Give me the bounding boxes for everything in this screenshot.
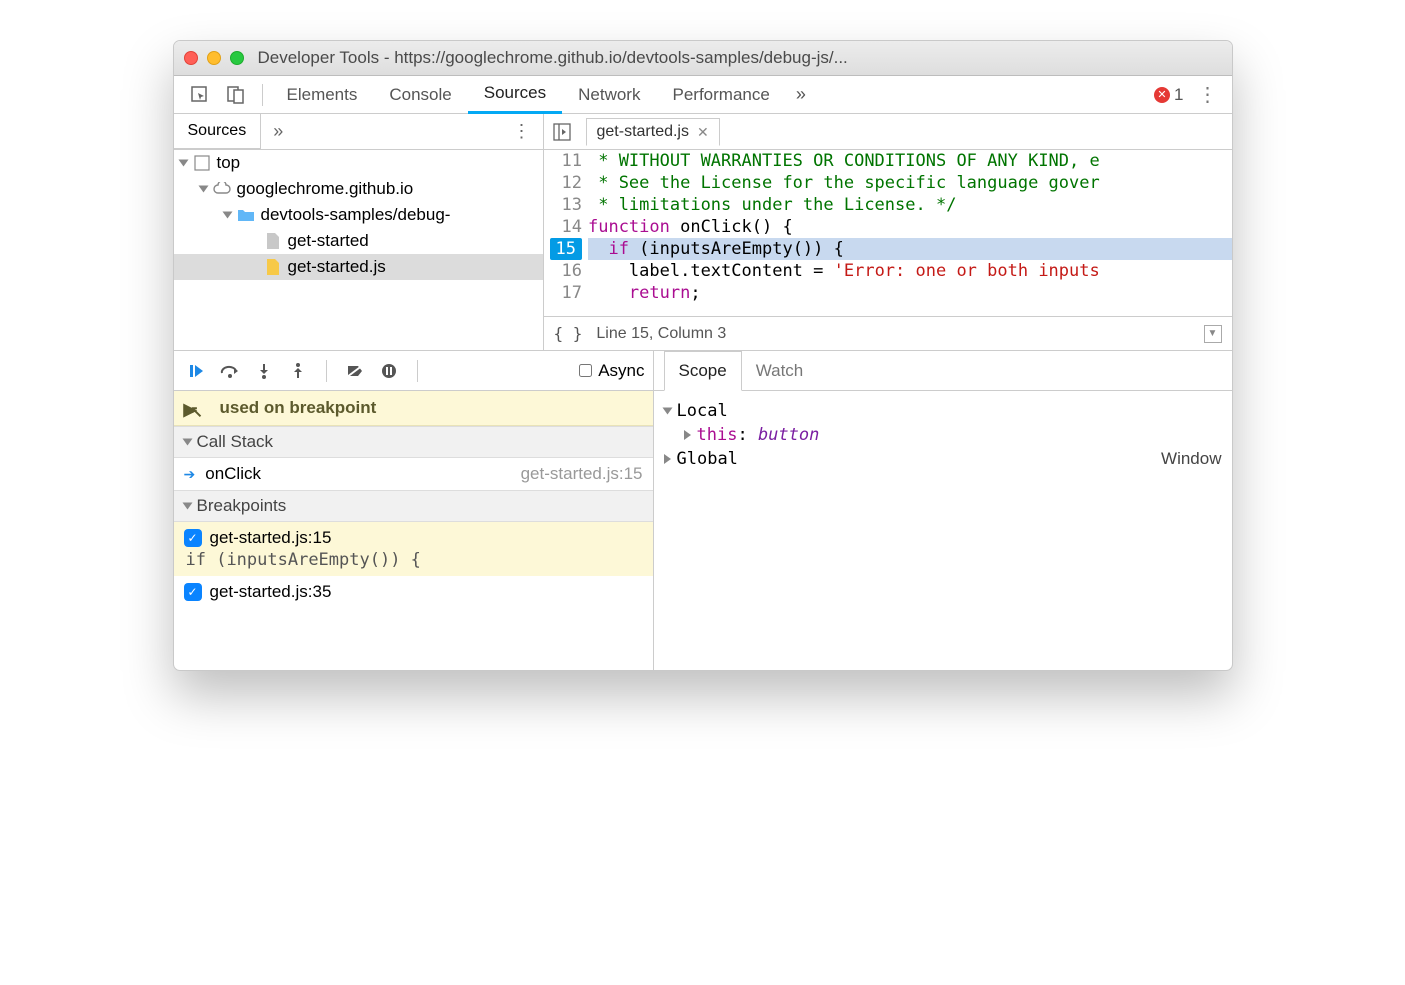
main-tabs: Elements Console Sources Network Perform… (174, 76, 1232, 114)
cloud-icon (213, 180, 231, 198)
minimize-window-button[interactable] (207, 51, 221, 65)
device-toggle-icon[interactable] (218, 81, 254, 109)
debugger-toolbar: Async (174, 351, 653, 391)
traffic-lights (184, 51, 244, 65)
titlebar: Developer Tools - https://googlechrome.g… (174, 41, 1232, 76)
code-lines[interactable]: * WITHOUT WARRANTIES OR CONDITIONS OF AN… (588, 150, 1232, 316)
devtools-window: Developer Tools - https://googlechrome.g… (173, 40, 1233, 671)
more-navigator-tabs-icon[interactable]: » (261, 114, 295, 149)
breakpoint-item-0[interactable]: ✓ get-started.js:15 if (inputsAreEmpty()… (174, 522, 653, 576)
breakpoints-header[interactable]: Breakpoints (174, 490, 653, 522)
window-title: Developer Tools - https://googlechrome.g… (258, 48, 848, 68)
more-tabs-icon[interactable]: » (796, 84, 806, 105)
breakpoint-checkbox[interactable]: ✓ (184, 583, 202, 601)
tab-performance[interactable]: Performance (656, 76, 785, 114)
close-file-tab-icon[interactable]: ✕ (697, 124, 709, 141)
tree-file-html[interactable]: get-started (174, 228, 543, 254)
document-icon (264, 232, 282, 250)
step-into-icon[interactable] (250, 357, 278, 385)
tree-folder[interactable]: devtools-samples/debug- (174, 202, 543, 228)
tab-scope[interactable]: Scope (664, 351, 742, 391)
inspect-icon[interactable] (182, 81, 218, 109)
script-icon (264, 258, 282, 276)
scope-local[interactable]: Local (660, 399, 1226, 423)
sources-subbar: Sources » ⋮ get-started.js ✕ (174, 114, 1232, 150)
frame-icon (193, 154, 211, 172)
tree-domain[interactable]: googlechrome.github.io (174, 176, 543, 202)
async-checkbox[interactable] (579, 364, 592, 377)
scope-global[interactable]: Global Window (660, 447, 1226, 471)
settings-menu-icon[interactable]: ⋮ (1198, 82, 1218, 107)
stack-frame[interactable]: ➔ onClick get-started.js:15 (174, 458, 653, 490)
code-editor[interactable]: 11 12 13 14 15 16 17 * WITHOUT WARRANTIE… (544, 150, 1232, 350)
tab-network[interactable]: Network (562, 76, 656, 114)
breakpoint-item-1[interactable]: ✓ get-started.js:35 (174, 576, 653, 608)
current-frame-icon: ➔ (184, 466, 196, 483)
tab-console[interactable]: Console (373, 76, 467, 114)
folder-icon (237, 206, 255, 224)
step-out-icon[interactable] (284, 357, 312, 385)
paused-banner: ▶ ↖ used on breakpoint (174, 391, 653, 426)
maximize-window-button[interactable] (230, 51, 244, 65)
resume-icon[interactable] (182, 357, 210, 385)
scope-panel: Scope Watch Local this: button Global Wi… (654, 351, 1232, 670)
step-over-icon[interactable] (216, 357, 244, 385)
breakpoint-marker[interactable]: 15 (550, 238, 582, 260)
file-tab-get-started-js[interactable]: get-started.js ✕ (586, 118, 720, 146)
cursor-position: Line 15, Column 3 (596, 325, 726, 343)
error-count: 1 (1174, 85, 1183, 105)
deactivate-breakpoints-icon[interactable] (341, 357, 369, 385)
tree-file-js[interactable]: get-started.js (174, 254, 543, 280)
line-gutter[interactable]: 11 12 13 14 15 16 17 (544, 150, 588, 316)
file-tree: top googlechrome.github.io devtools-samp… (174, 150, 544, 350)
tree-top[interactable]: top (174, 150, 543, 176)
navigator-menu-icon[interactable]: ⋮ (501, 114, 543, 149)
breakpoint-checkbox[interactable]: ✓ (184, 529, 202, 547)
pause-on-exceptions-icon[interactable] (375, 357, 403, 385)
sources-navigator-tab[interactable]: Sources (174, 114, 262, 149)
tab-elements[interactable]: Elements (271, 76, 374, 114)
editor-statusbar: { } Line 15, Column 3 ▼ (544, 316, 1232, 350)
pretty-print-icon[interactable]: { } (554, 324, 583, 343)
tab-watch[interactable]: Watch (742, 351, 818, 390)
debugger-sidebar: Async ▶ ↖ used on breakpoint Call Stack … (174, 351, 654, 670)
file-tab-label: get-started.js (597, 123, 689, 141)
callstack-header[interactable]: Call Stack (174, 426, 653, 458)
error-indicator-icon[interactable]: ✕ (1154, 87, 1170, 103)
scope-this[interactable]: this: button (660, 423, 1226, 447)
close-window-button[interactable] (184, 51, 198, 65)
toggle-navigator-icon[interactable] (550, 120, 574, 144)
coverage-toggle-icon[interactable]: ▼ (1204, 325, 1222, 343)
async-toggle[interactable]: Async (579, 361, 644, 381)
tab-sources[interactable]: Sources (468, 76, 562, 114)
